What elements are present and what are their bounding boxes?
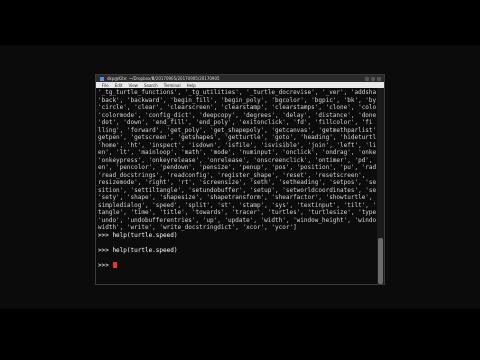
output-line: 'read_docstrings', 'readconfig', 'regist… bbox=[98, 171, 366, 179]
terminal-window[interactable]: dkp@Kite: ~/Dropbox/Ⅲ/20170905/20170905/… bbox=[95, 74, 385, 285]
command-line: >>> help(turtle.speed) bbox=[98, 246, 178, 254]
maximize-button[interactable] bbox=[371, 76, 375, 81]
output-line: 'onkeypress', 'onkeyrelease', 'onrelease… bbox=[98, 156, 376, 164]
output-line: sition', 'settiltangle', 'setundobuffer'… bbox=[98, 186, 376, 194]
output-line: 'home', 'ht', 'inspect', 'isdown', 'isfi… bbox=[98, 141, 376, 149]
output-line: '_tg_turtle_functions', '_tg_utilities',… bbox=[98, 89, 376, 96]
scrollbar-thumb[interactable] bbox=[378, 238, 383, 284]
menu-edit[interactable]: Edit bbox=[115, 83, 123, 88]
menu-search[interactable]: Search bbox=[144, 83, 158, 88]
output-line: resizemode', 'right', 'rt', 'screensize'… bbox=[98, 179, 376, 186]
minimize-button[interactable] bbox=[365, 76, 369, 81]
vertical-scrollbar[interactable] bbox=[377, 88, 384, 284]
prompt-line[interactable]: >>> bbox=[98, 261, 376, 270]
window-title: dkp@Kite: ~/Dropbox/Ⅲ/20170905/20170905/… bbox=[107, 76, 220, 81]
output-line: en', 'pencolor', 'pendown', 'pensize', '… bbox=[98, 164, 376, 171]
output-line: simpledialog', 'speed', 'split', 'st', '… bbox=[98, 201, 376, 209]
window-titlebar[interactable]: dkp@Kite: ~/Dropbox/Ⅲ/20170905/20170905/… bbox=[96, 75, 384, 82]
text-cursor bbox=[113, 261, 118, 268]
letterbox-bottom bbox=[0, 309, 480, 360]
output-line: 'colormode', 'config_dict', 'deepcopy', … bbox=[98, 111, 376, 119]
close-button[interactable] bbox=[377, 76, 381, 81]
output-line: 'circle', 'clear', 'clearscreen', 'clear… bbox=[98, 104, 376, 111]
output-line: en', 'lt', 'mainloop', 'math', 'mode', '… bbox=[98, 149, 376, 156]
menu-view[interactable]: View bbox=[128, 83, 138, 88]
command-line: >>> help(turtle.speed) bbox=[98, 231, 178, 239]
menu-terminal[interactable]: Terminal bbox=[164, 83, 181, 88]
output-line: getpen', 'getscreen', 'getshapes', 'gett… bbox=[98, 134, 376, 141]
menu-file[interactable]: File bbox=[102, 83, 109, 88]
prompt: >>> bbox=[98, 261, 113, 269]
output-line: 'dot', 'down', 'end_fill', 'end_poly', '… bbox=[98, 119, 373, 126]
menu-help[interactable]: Help bbox=[187, 83, 196, 88]
output-line: width', 'write', 'write_docstringdict', … bbox=[98, 224, 297, 231]
output-line: 'sety', 'shape', 'shapesize', 'shapetran… bbox=[98, 194, 376, 201]
terminal-output[interactable]: '_tg_turtle_functions', '_tg_utilities',… bbox=[96, 88, 378, 284]
output-line: 'undo', 'undobufferentries', 'up', 'upda… bbox=[98, 216, 376, 224]
output-line: tangle', 'time', 'title', 'towards', 'tr… bbox=[98, 209, 376, 216]
output-line: 'back', 'backward', 'begin_fill', 'begin… bbox=[98, 96, 376, 104]
terminal-app-icon bbox=[100, 76, 104, 81]
output-line: lling', 'forward', 'get_poly', 'get_shap… bbox=[98, 126, 376, 134]
letterbox-top bbox=[0, 0, 480, 45]
